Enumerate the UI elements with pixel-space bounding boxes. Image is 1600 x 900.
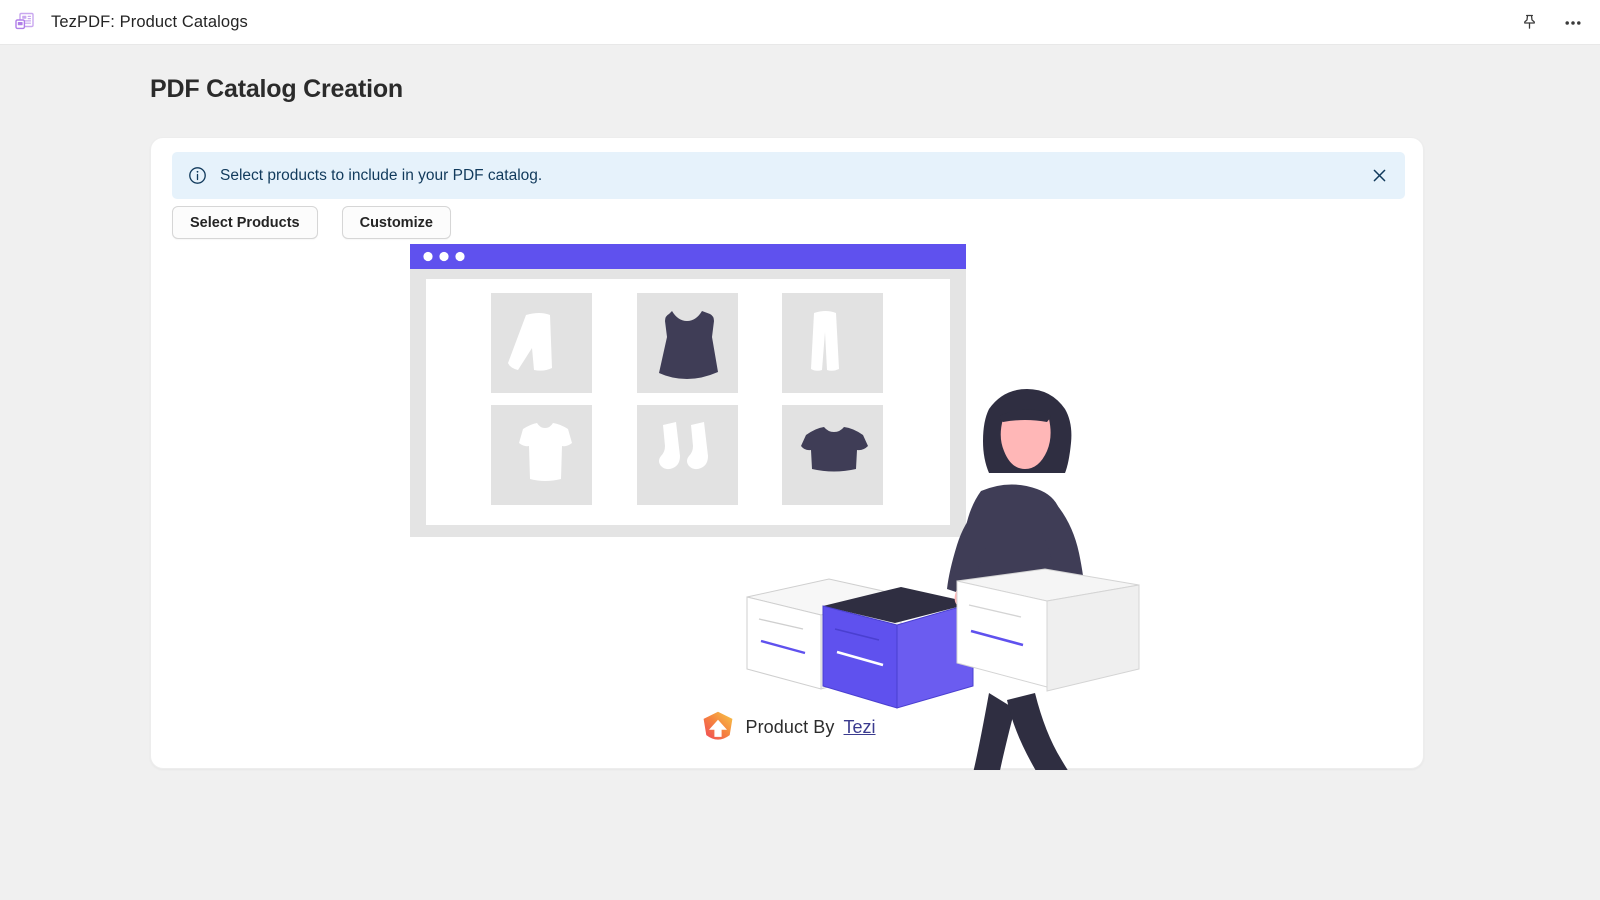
catalog-app-icon [13, 10, 37, 34]
info-banner-message: Select products to include in your PDF c… [220, 166, 543, 184]
page-title: PDF Catalog Creation [150, 75, 403, 103]
info-circle-icon [188, 166, 207, 185]
pin-icon[interactable] [1514, 8, 1544, 38]
close-icon[interactable] [1366, 163, 1392, 189]
info-banner: Select products to include in your PDF c… [172, 152, 1405, 199]
more-horizontal-icon[interactable] [1558, 8, 1588, 38]
branding-text: Product By [745, 716, 835, 737]
purple-box [822, 587, 974, 709]
branding-footer: Product By Tezi [151, 709, 1425, 745]
dress-thumbnail [659, 311, 718, 379]
tezi-shield-logo [700, 709, 736, 745]
app-header-actions [1514, 0, 1588, 45]
tezi-link[interactable]: Tezi [844, 717, 876, 738]
catalog-card: Select products to include in your PDF c… [150, 137, 1425, 847]
app-title: TezPDF: Product Catalogs [51, 12, 248, 31]
app-header: TezPDF: Product Catalogs [0, 0, 1600, 45]
pdf-catalog-illustration [151, 233, 1425, 847]
browser-mockup [410, 244, 966, 537]
